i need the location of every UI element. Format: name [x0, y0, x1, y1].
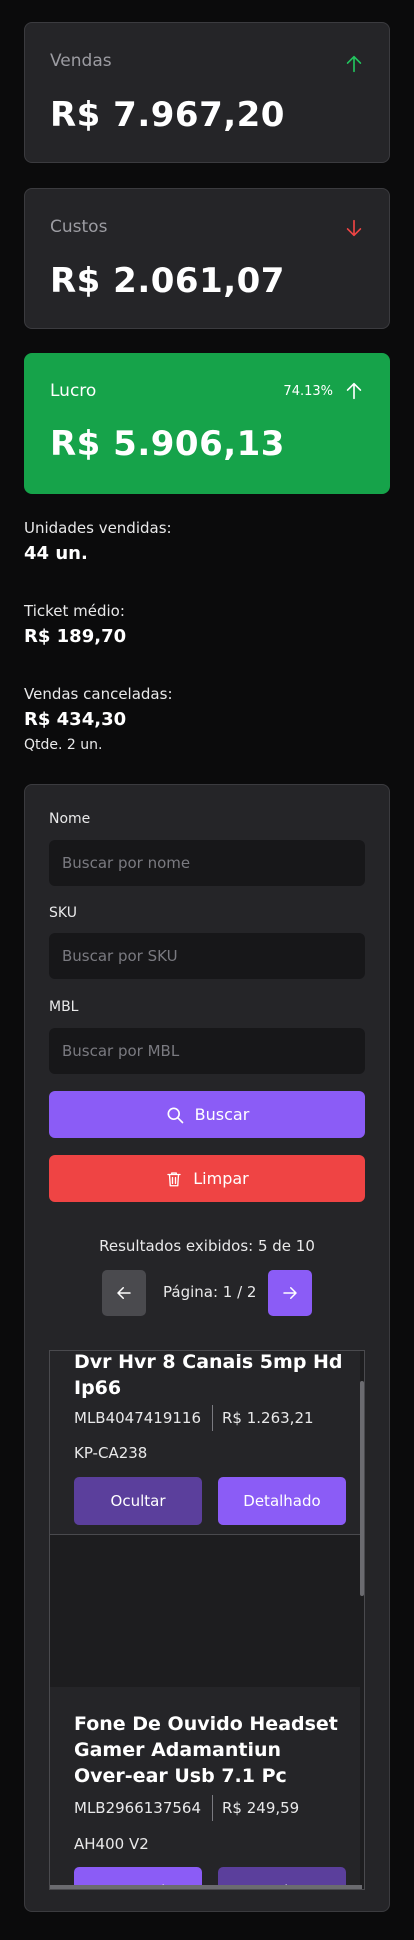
name-input[interactable] [49, 840, 365, 886]
clear-button-label: Limpar [193, 1169, 249, 1188]
units-label: Unidades vendidas: [24, 519, 172, 537]
product-mlb: MLB2966137564 [74, 1799, 202, 1817]
clear-button[interactable]: Limpar [49, 1155, 365, 1202]
divider [212, 1795, 213, 1821]
sales-card: Vendas R$ 7.967,20 [24, 22, 390, 163]
profit-value: R$ 5.906,13 [50, 424, 285, 464]
prev-page-button[interactable] [102, 1270, 146, 1316]
product-title: Dvr Hvr 8 Canais 5mp Hd Ip66 [74, 1351, 343, 1399]
products-panel: Nome SKU MBL Buscar Limpar Resultados ex… [24, 784, 390, 1912]
ticket-value: R$ 189,70 [24, 626, 127, 647]
list-item: Fone De Ouvido Headset Gamer Adamantiun … [50, 1687, 362, 1889]
cancelled-value: R$ 434,30 [24, 709, 127, 730]
product-list[interactable]: Dvr Hvr 8 Canais 5mp Hd Ip66 MLB40474191… [49, 1350, 365, 1890]
product-title: Fone De Ouvido Headset Gamer Adamantiun … [74, 1713, 338, 1787]
ticket-label: Ticket médio: [24, 602, 125, 620]
hide-button[interactable]: Ocultar [74, 1477, 202, 1525]
sku-input[interactable] [49, 933, 365, 979]
mbl-input[interactable] [49, 1028, 365, 1074]
product-price: R$ 1.263,21 [222, 1409, 314, 1427]
profit-percent: 74.13% [283, 384, 333, 399]
profit-card: Lucro 74.13% R$ 5.906,13 [24, 353, 390, 494]
costs-card: Custos R$ 2.061,07 [24, 188, 390, 329]
results-summary: Resultados exibidos: 5 de 10 [99, 1237, 315, 1255]
product-mlb: MLB4047419116 [74, 1409, 202, 1427]
arrow-up-icon [346, 382, 362, 400]
cancelled-qty: Qtde. 2 un. [24, 737, 103, 753]
detailed-button-label: Detalhado [243, 1492, 321, 1510]
arrow-down-icon [346, 219, 362, 237]
divider [212, 1405, 213, 1431]
search-button-label: Buscar [194, 1105, 250, 1124]
page-indicator: Página: 1 / 2 [163, 1283, 257, 1301]
search-button[interactable]: Buscar [49, 1091, 365, 1138]
arrow-right-icon [283, 1287, 297, 1299]
scrollbar-thumb[interactable] [360, 1381, 364, 1596]
name-label: Nome [49, 811, 91, 827]
hide-button-label: Ocultar [110, 1492, 166, 1510]
trash-icon [167, 1171, 181, 1186]
units-value: 44 un. [24, 543, 88, 564]
cancelled-label: Vendas canceladas: [24, 685, 173, 703]
horizontal-scrollbar[interactable] [50, 1885, 362, 1889]
sku-label: SKU [49, 905, 77, 921]
costs-label: Custos [50, 217, 108, 237]
sales-value: R$ 7.967,20 [50, 95, 285, 135]
product-sku: AH400 V2 [74, 1835, 149, 1853]
product-sku: KP-CA238 [74, 1444, 148, 1462]
profit-label: Lucro [50, 381, 97, 401]
arrow-up-icon [346, 55, 362, 73]
search-icon [167, 1107, 184, 1123]
detailed-button[interactable]: Detalhado [218, 1477, 346, 1525]
mbl-label: MBL [49, 999, 79, 1015]
vertical-scrollbar[interactable] [360, 1351, 364, 1889]
costs-value: R$ 2.061,07 [50, 261, 285, 301]
sales-label: Vendas [50, 51, 112, 71]
product-price: R$ 249,59 [222, 1799, 300, 1817]
list-item: Dvr Hvr 8 Canais 5mp Hd Ip66 MLB40474191… [50, 1351, 362, 1535]
next-page-button[interactable] [268, 1270, 312, 1316]
arrow-left-icon [117, 1287, 131, 1299]
pagination: Página: 1 / 2 [25, 1270, 389, 1316]
